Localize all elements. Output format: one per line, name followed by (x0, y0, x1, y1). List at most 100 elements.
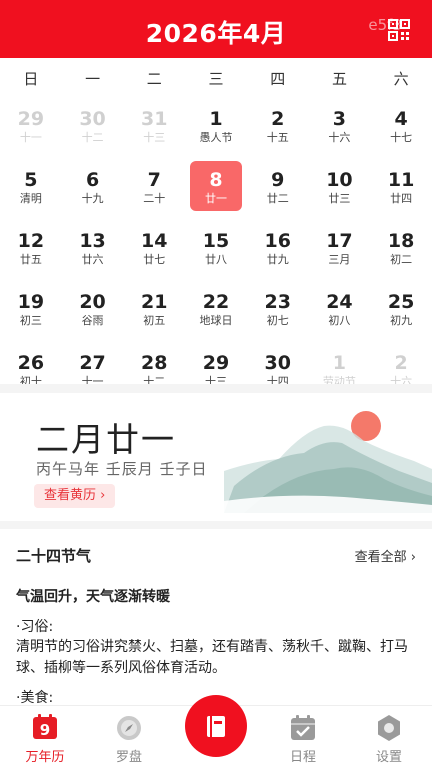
day-number: 11 (387, 169, 415, 191)
day-number: 22 (202, 291, 230, 313)
day-number: 3 (332, 108, 347, 130)
nav-item-settings[interactable]: 设置 (346, 706, 432, 768)
lunar-day-label: 初三 (19, 314, 42, 327)
day-cell[interactable]: 18 初二 (370, 222, 432, 283)
nav-item-calendar[interactable]: 9 万年历 (2, 706, 88, 768)
lunar-day-label: 廿九 (266, 253, 289, 266)
day-cell[interactable]: 20 谷雨 (62, 283, 124, 344)
section-divider (0, 384, 432, 393)
solar-terms-section: 二十四节气 查看全部 › 气温回升，天气逐渐转暖 ·习俗: 清明节的习俗讲究禁火… (0, 529, 432, 705)
day-cell[interactable]: 17 三月 (309, 222, 371, 283)
day-number: 2 (394, 352, 408, 374)
view-all-label: 查看全部 (354, 550, 407, 565)
day-cell[interactable]: 25 初九 (370, 283, 432, 344)
day-cell[interactable]: 21 初五 (123, 283, 185, 344)
day-number: 10 (326, 169, 353, 191)
day-cell[interactable]: 23 初七 (247, 283, 309, 344)
day-cell[interactable]: 1 愚人节 (185, 100, 247, 161)
settings-icon (378, 715, 400, 741)
day-cell[interactable]: 22 地球日 (185, 283, 247, 344)
day-cell[interactable]: 5 清明 (0, 161, 62, 222)
lunar-date: 二月廿一 (36, 420, 176, 459)
day-number: 2 (271, 108, 285, 130)
nav-item-compass[interactable]: 罗盘 (86, 706, 172, 768)
nav-label: 日程 (289, 750, 316, 765)
day-cell[interactable]: 14 廿七 (123, 222, 185, 283)
day-cell[interactable]: 3 十六 (309, 100, 371, 161)
calendar-icon-digit: 9 (40, 721, 50, 739)
food-label: ·美食: (16, 690, 54, 705)
day-number: 21 (141, 291, 168, 313)
day-cell[interactable]: 11 廿四 (370, 161, 432, 222)
lunar-day-label: 二十 (143, 192, 166, 205)
selected-day-cell[interactable]: 8 廿一 (185, 161, 247, 222)
qr-code-icon[interactable] (388, 19, 410, 41)
weekday-label: 二 (146, 70, 162, 88)
ganzhi-date: 丙午马年 壬辰月 壬子日 (36, 460, 208, 478)
day-number: 14 (141, 230, 168, 252)
day-number: 28 (141, 352, 168, 374)
day-cell[interactable]: 31 十三 (123, 100, 185, 161)
nav-label: 设置 (375, 750, 402, 765)
day-number: 26 (17, 352, 45, 374)
day-number: 29 (202, 352, 230, 374)
lunar-day-label: 廿八 (204, 253, 227, 266)
nav-label: 罗盘 (115, 750, 142, 765)
lunar-day-label: 初九 (390, 314, 413, 327)
day-number: 17 (326, 230, 353, 252)
day-cell[interactable]: 4 十七 (370, 100, 432, 161)
day-cell[interactable]: 10 廿三 (309, 161, 371, 222)
lunar-day-label: 十五 (266, 131, 289, 144)
lunar-day-label: 初五 (143, 314, 166, 327)
day-number: 30 (264, 352, 291, 374)
view-almanac-button[interactable]: 查看黄历 › (34, 484, 116, 508)
day-cell[interactable]: 29 十一 (0, 100, 62, 161)
weekday-label: 三 (208, 70, 224, 88)
day-cell[interactable]: 7 二十 (123, 161, 185, 222)
nav-label: 万年历 (25, 750, 65, 765)
lunar-day-label: 廿五 (19, 253, 42, 266)
view-all-link[interactable]: 查看全部 › (355, 546, 416, 565)
day-cell[interactable]: 24 初八 (309, 283, 371, 344)
day-number: 25 (387, 291, 415, 313)
section-divider (0, 521, 432, 529)
day-cell[interactable]: 6 十九 (62, 161, 124, 222)
day-cell[interactable]: 15 廿八 (185, 222, 247, 283)
lunar-date-card: 二月廿一 丙午马年 壬辰月 壬子日 查看黄历 › (0, 393, 432, 521)
lunar-day-label: 廿七 (143, 253, 166, 266)
day-cell[interactable]: 2 十五 (247, 100, 309, 161)
lunar-day-label: 十六 (328, 131, 351, 144)
lunar-day-label: 初二 (390, 253, 413, 266)
book-icon (207, 716, 225, 737)
mountain-sun-illustration (224, 411, 432, 513)
lunar-day-label: 三月 (328, 253, 351, 266)
calendar-grid: 29 十一 30 十二 31 十三 1 愚人节 2 十五 3 十六 4 十七 5 清明 6 十九 7 二十 8 廿一 9 廿二… (0, 100, 432, 405)
lunar-day-label: 十九 (81, 192, 104, 205)
day-cell[interactable]: 30 十二 (62, 100, 124, 161)
day-number: 23 (264, 291, 291, 313)
nav-item-schedule[interactable]: 日程 (260, 706, 346, 768)
section-title: 二十四节气 (16, 547, 92, 565)
lunar-day-label: 廿四 (390, 192, 413, 205)
month-title[interactable]: 2026年4月 (0, 14, 432, 50)
day-cell[interactable]: 13 廿六 (62, 222, 124, 283)
lunar-day-label: 清明 (19, 192, 42, 205)
day-number: 18 (387, 230, 415, 252)
customs-text: 清明节的习俗讲究禁火、扫墓，还有踏青、荡秋千、蹴鞠、打马球、插柳等一系列风俗体育… (16, 639, 408, 676)
day-cell[interactable]: 9 廿二 (247, 161, 309, 222)
day-number: 20 (79, 291, 106, 313)
compass-icon (117, 716, 141, 740)
chevron-right-icon: › (410, 550, 416, 565)
day-number: 1 (209, 108, 223, 130)
day-number: 4 (394, 108, 408, 130)
day-number: 6 (85, 169, 100, 191)
lunar-day-label: 初七 (266, 314, 289, 327)
weekday-header: 日 一 二 三 四 五 六 (0, 62, 432, 96)
day-number: 19 (17, 291, 45, 313)
day-cell[interactable]: 19 初三 (0, 283, 62, 344)
day-number: 24 (326, 291, 353, 313)
day-cell[interactable]: 12 廿五 (0, 222, 62, 283)
day-cell[interactable]: 16 廿九 (247, 222, 309, 283)
term-headline: 气温回升，天气逐渐转暖 (16, 589, 170, 605)
center-action-button[interactable] (185, 695, 247, 757)
